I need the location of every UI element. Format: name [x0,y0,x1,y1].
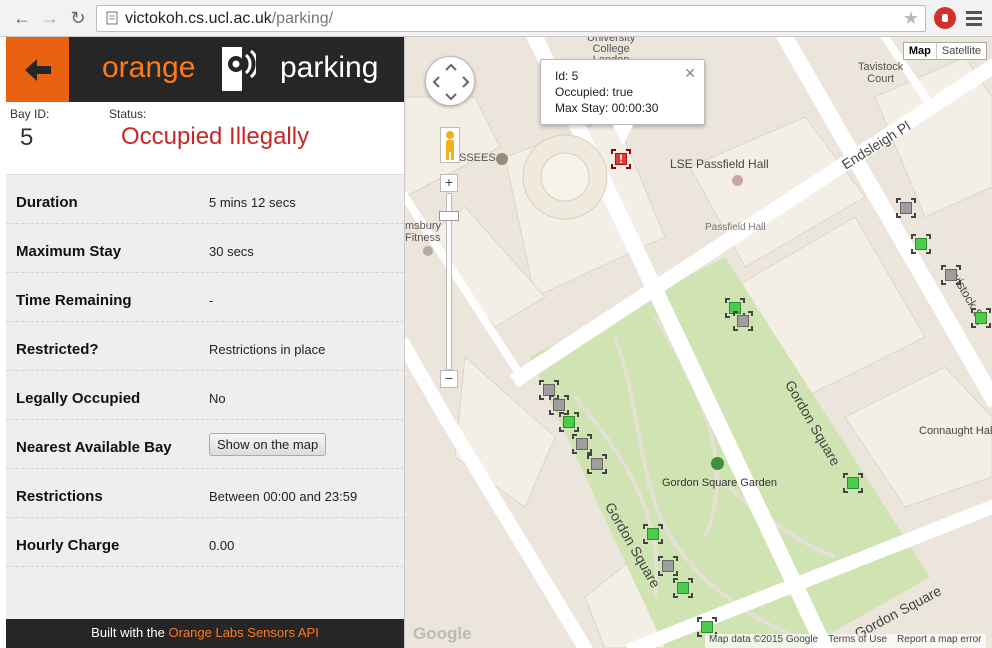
map-attribution: Map data ©2015 Google Terms of Use Repor… [705,634,986,648]
map-view[interactable]: University College London Tavistock Cour… [405,37,992,648]
app-header: orange parking [6,37,404,102]
lse-passfield-hall-label: LSE Passfield Hall [670,157,769,171]
bay-details-panel: orange parking Bay ID: 5 Status: Occupie… [0,37,405,648]
map-data-attribution: Map data ©2015 Google [709,634,819,645]
occupied-bay-marker[interactable] [587,454,607,474]
bookmark-star-icon[interactable]: ★ [903,8,919,29]
illegal-bay-marker[interactable]: ! [611,149,631,169]
available-bay-marker[interactable] [843,473,863,493]
time-remaining-label: Time Remaining [16,292,132,309]
bay-id-label: Bay ID: [10,107,50,121]
footer: Built with the Orange Labs Sensors API [6,619,404,648]
brand-parking: parking [280,51,379,84]
occupied-bay-marker[interactable] [658,556,678,576]
max-stay-value: 30 secs [209,244,254,259]
school-icon [496,153,508,165]
url-host: victokoh.cs.ucl.ac.uk [125,10,272,27]
occupied-bay-marker[interactable] [572,434,592,454]
footer-prefix: Built with the [91,625,169,640]
map-type-map-button[interactable]: Map [904,43,937,59]
zoom-slider-handle[interactable] [439,211,459,221]
restricted-value: Restrictions in place [209,342,326,357]
max-stay-label: Maximum Stay [16,243,122,260]
available-bay-marker[interactable] [673,578,693,598]
detail-row-legally-occupied: Legally Occupied No [6,371,404,420]
connaught-hall-label: Connaught Hall [919,425,992,437]
status-label: Status: [109,107,147,121]
occupied-bay-marker[interactable] [896,198,916,218]
info-occupied: Occupied: true [555,85,634,99]
detail-row-restricted: Restricted? Restrictions in place [6,322,404,371]
map-type-satellite-button[interactable]: Satellite [937,43,986,59]
tavistock-court-label: Tavistock Court [858,61,904,85]
legally-occupied-value: No [209,391,226,406]
back-arrow-icon [24,58,51,81]
menu-icon[interactable] [964,8,984,28]
reload-icon[interactable]: ↻ [66,6,90,30]
nearest-bay-label: Nearest Available Bay [16,439,172,456]
forward-arrow-icon[interactable]: → [38,6,62,30]
time-remaining-value: - [209,293,214,308]
info-window-pointer [613,125,633,145]
available-bay-marker[interactable] [971,308,991,328]
bay-info-window: Id: 5 Occupied: true Max Stay: 00:00:30 … [540,59,705,125]
occupied-bay-marker[interactable] [733,311,753,331]
url-path: /parking/ [271,10,334,27]
address-bar[interactable]: victokoh.cs.ucl.ac.uk/parking/ ★ [96,5,926,32]
street-view-pegman-icon[interactable] [440,127,460,163]
gordon-square-garden-label: Gordon Square Garden [662,477,777,489]
close-icon[interactable]: ✕ [684,65,696,81]
restricted-label: Restricted? [16,341,99,358]
brand-orange: orange [102,51,196,84]
back-button[interactable] [6,37,69,102]
details-list: Duration 5 mins 12 secs Maximum Stay 30 … [6,174,404,619]
back-arrow-icon[interactable]: ← [10,6,34,30]
info-max-stay: Max Stay: 00:00:30 [555,101,659,115]
browser-toolbar: ← → ↻ victokoh.cs.ucl.ac.uk/parking/ ★ [0,0,992,37]
available-bay-marker[interactable] [559,412,579,432]
url-text: victokoh.cs.ucl.ac.uk/parking/ [125,10,333,28]
status-value: Occupied Illegally [121,123,310,150]
bay-id-value: 5 [20,124,34,151]
report-error-link[interactable]: Report a map error [897,634,981,648]
duration-label: Duration [16,194,78,211]
detail-row-restrictions: Restrictions Between 00:00 and 23:59 [6,469,404,518]
detail-row-duration: Duration 5 mins 12 secs [6,175,404,224]
restrictions-value: Between 00:00 and 23:59 [209,489,358,504]
map-type-control: Map Satellite [902,42,987,60]
hourly-charge-label: Hourly Charge [16,537,120,554]
parking-logo-icon [222,47,256,91]
page-icon [106,11,118,25]
passfield-hall-label: Passfield Hall [705,222,766,233]
zoom-in-button[interactable]: + [440,174,458,192]
info-id: Id: 5 [555,69,579,83]
terms-link[interactable]: Terms of Use [828,634,887,648]
restrictions-label: Restrictions [16,488,103,505]
legally-occupied-label: Legally Occupied [16,390,141,407]
show-on-map-button[interactable]: Show on the map [209,433,327,456]
hotel-icon [732,175,743,186]
detail-row-time-remaining: Time Remaining - [6,273,404,322]
hourly-charge-value: 0.00 [209,538,235,553]
detail-row-nearest-bay: Nearest Available Bay Show on the map [6,420,404,469]
google-logo: Google [413,624,472,643]
pan-control[interactable] [425,56,475,106]
detail-row-hourly-charge: Hourly Charge 0.00 [6,518,404,567]
fitness-label: msbury Fitness [405,220,442,244]
pan-arrows-icon [432,63,470,101]
occupied-bay-marker[interactable] [941,265,961,285]
available-bay-marker[interactable] [911,234,931,254]
ssees-label: SSEES [459,152,496,164]
park-tree-icon [711,457,724,470]
stop-extension-icon[interactable] [934,7,956,29]
gym-icon [423,246,433,256]
zoom-out-button[interactable]: − [440,370,458,388]
available-bay-marker[interactable] [643,524,663,544]
api-link[interactable]: Orange Labs Sensors API [169,625,319,640]
duration-value: 5 mins 12 secs [209,195,296,210]
detail-row-max-stay: Maximum Stay 30 secs [6,224,404,273]
